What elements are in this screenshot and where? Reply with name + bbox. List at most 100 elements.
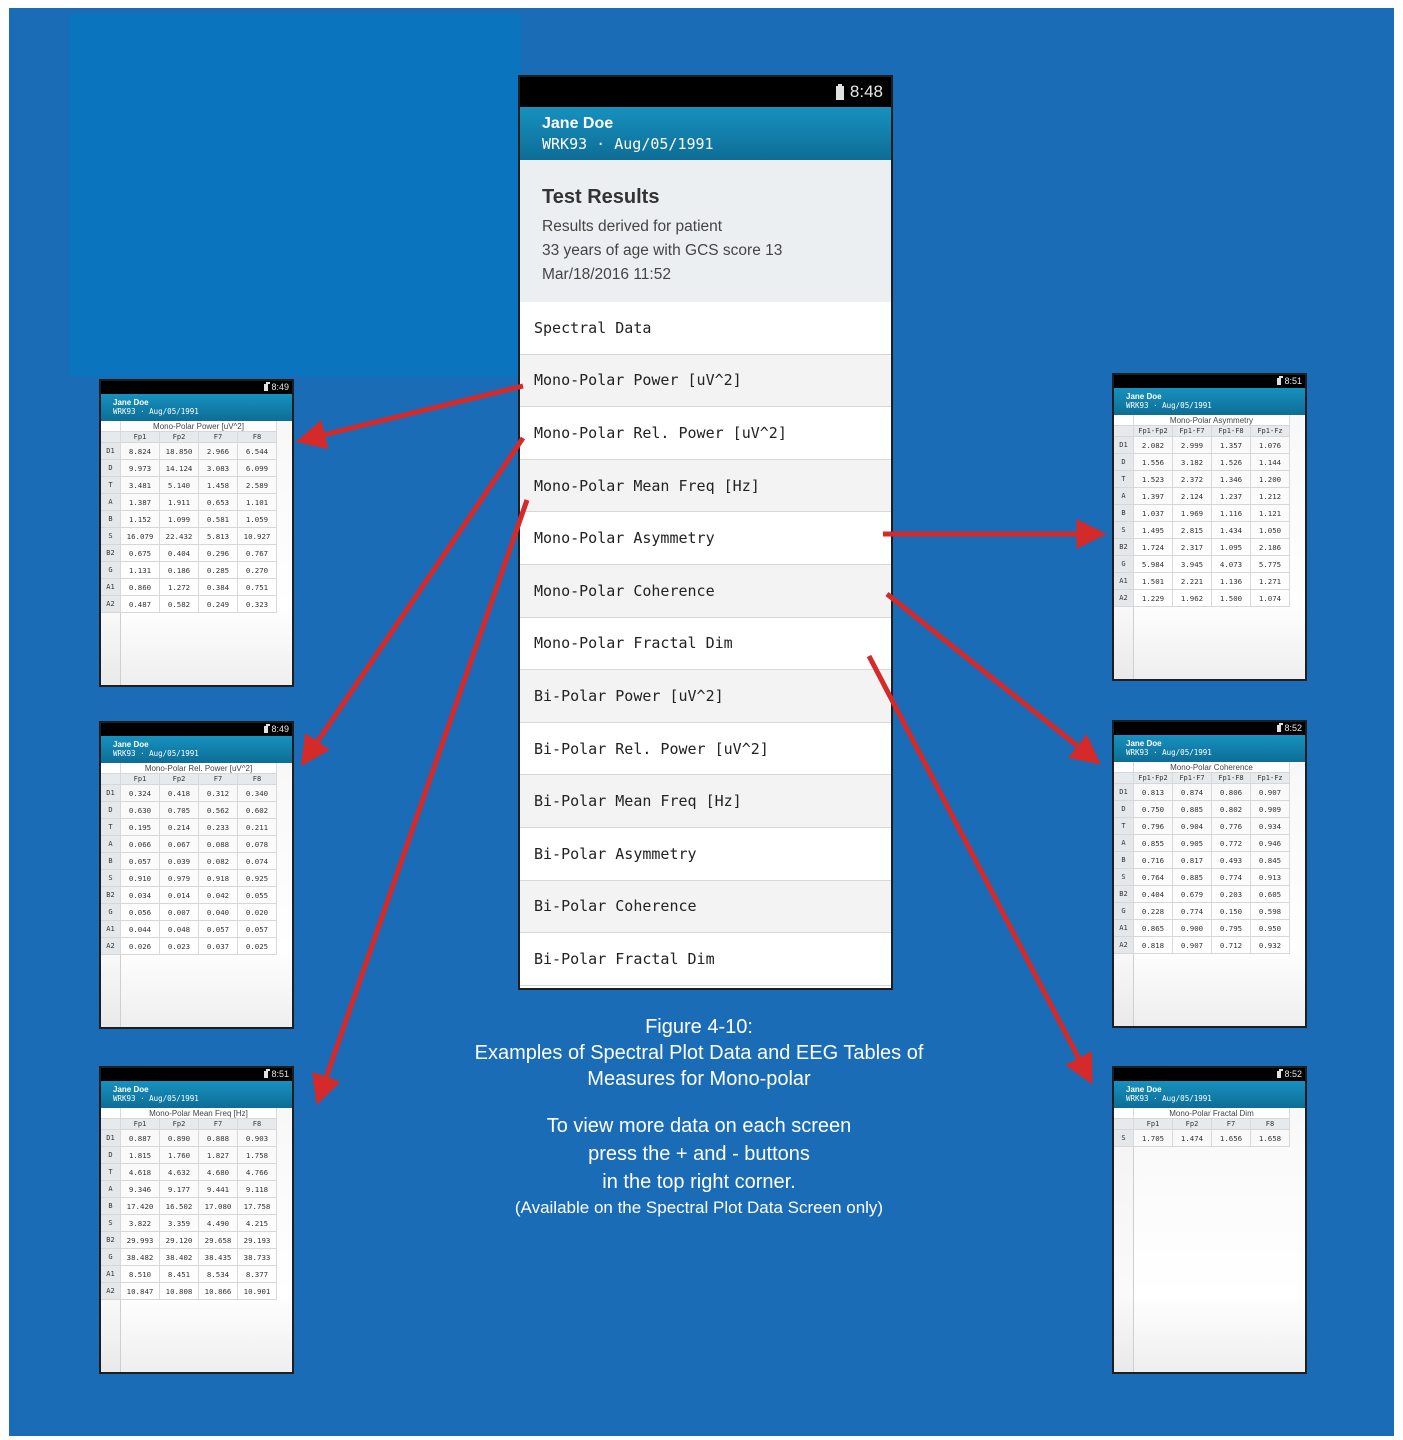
results-line: Mar/18/2016 11:52 (542, 266, 671, 283)
table-row: A1 1.501 2.221 1.136 1.271 (1114, 572, 1290, 590)
table-cell: 0.950 (1250, 919, 1290, 937)
table-cell: 9.118 (237, 1180, 277, 1198)
table-cell: 1.229 (1133, 589, 1173, 607)
menu-item-mono-polar-fractal-dim[interactable]: Mono-Polar Fractal Dim (520, 618, 891, 671)
table-cell: 2.815 (1172, 521, 1212, 539)
table-cell: 0.384 (198, 578, 238, 596)
table-cell: 0.404 (1133, 885, 1173, 903)
arrow-to-mono-coherence (885, 592, 1101, 765)
table-row: G 38.482 38.402 38.435 38.733 (101, 1248, 277, 1266)
blank-panel (70, 14, 521, 376)
table-cell: 0.932 (1250, 936, 1290, 954)
table-cell: 6.544 (237, 442, 277, 460)
row-label: T (101, 476, 121, 494)
column-header: F8 (237, 773, 277, 785)
table-cell: 1.526 (1211, 453, 1251, 471)
table-cell: 38.435 (198, 1248, 238, 1266)
table-cell: 2.221 (1172, 572, 1212, 590)
table-title: Mono-Polar Rel. Power [uV^2] (120, 763, 277, 774)
table-cell: 2.999 (1172, 436, 1212, 454)
table-row: D1 2.082 2.999 1.357 1.076 (1114, 436, 1290, 454)
patient-header: Jane Doe WRK93 · Aug/05/1991 (101, 394, 292, 421)
arrow-to-mono-power (295, 383, 524, 450)
menu-item-mono-polar-rel-power-uv-2[interactable]: Mono-Polar Rel. Power [uV^2] (520, 407, 891, 460)
column-header: Fp2 (159, 773, 199, 785)
row-label: A (1114, 834, 1134, 852)
menu-item-bi-polar-mean-freq-hz[interactable]: Bi-Polar Mean Freq [Hz] (520, 775, 891, 828)
patient-name: Jane Doe (1126, 739, 1162, 748)
table-cell: 0.795 (1211, 919, 1251, 937)
table-cell: 0.042 (198, 886, 238, 904)
tip-line: in the top right corner. (602, 1171, 796, 1193)
table-cell: 1.074 (1250, 589, 1290, 607)
table-cell: 16.079 (120, 527, 160, 545)
figure-canvas: 8:48 Jane Doe WRK93 · Aug/05/1991 Test R… (9, 8, 1394, 1436)
menu-item-mono-polar-mean-freq-hz[interactable]: Mono-Polar Mean Freq [Hz] (520, 459, 891, 513)
row-label: A2 (101, 1282, 121, 1300)
table-row: B 17.420 16.502 17.080 17.758 (101, 1197, 277, 1215)
row-label: B (101, 1197, 121, 1215)
table-cell: 0.296 (198, 544, 238, 562)
table-cell: 0.025 (237, 937, 277, 955)
table-cell: 0.582 (159, 595, 199, 613)
table-cell: 10.808 (159, 1282, 199, 1300)
table-cell: 0.865 (1133, 919, 1173, 937)
table-row: B2 29.993 29.120 29.658 29.193 (101, 1231, 277, 1249)
table-cell: 1.200 (1250, 470, 1290, 488)
table-row: A1 0.860 1.272 0.384 0.751 (101, 578, 277, 596)
menu-item-mono-polar-asymmetry[interactable]: Mono-Polar Asymmetry (520, 512, 891, 565)
row-label: D1 (101, 442, 121, 460)
table-title: Mono-Polar Power [uV^2] (120, 421, 277, 432)
menu-item-mono-polar-power-uv-2[interactable]: Mono-Polar Power [uV^2] (520, 354, 891, 408)
results-line: 33 years of age with GCS score 13 (542, 242, 783, 259)
table-cell: 0.078 (237, 835, 277, 853)
test-results-title: Test Results (542, 186, 660, 208)
row-label: A2 (1114, 589, 1134, 607)
table-row: T 3.481 5.140 1.458 2.589 (101, 476, 277, 494)
table-cell: 1.346 (1211, 470, 1251, 488)
row-label: B2 (101, 544, 121, 562)
patient-info: WRK93 · Aug/05/1991 (113, 1094, 199, 1103)
menu-item-mono-polar-coherence[interactable]: Mono-Polar Coherence (520, 564, 891, 618)
patient-info: WRK93 · Aug/05/1991 (1126, 1094, 1212, 1103)
column-header: Fp1 (120, 1118, 160, 1130)
battery-icon (1277, 723, 1284, 733)
row-label: D (1114, 800, 1134, 818)
row-label: B (1114, 851, 1134, 869)
table-cell: 10.927 (237, 527, 277, 545)
table-cell: 0.913 (1250, 868, 1290, 886)
table-row: A2 1.229 1.962 1.500 1.074 (1114, 589, 1290, 607)
table-cell: 4.618 (120, 1163, 160, 1181)
table-cell: 1.131 (120, 561, 160, 579)
table-cell: 3.083 (198, 459, 238, 477)
table-cell: 1.758 (237, 1146, 277, 1164)
column-header: F7 (198, 773, 238, 785)
table-cell: 0.630 (120, 801, 160, 819)
table-cell: 0.946 (1250, 834, 1290, 852)
menu-item-bi-polar-rel-power-uv-2[interactable]: Bi-Polar Rel. Power [uV^2] (520, 723, 891, 776)
table-cell: 22.432 (159, 527, 199, 545)
row-label: G (101, 903, 121, 921)
table-cell: 1.397 (1133, 487, 1173, 505)
table-cell: 0.885 (1172, 868, 1212, 886)
table-cell: 1.387 (120, 493, 160, 511)
row-label: D1 (1114, 436, 1134, 454)
menu-item-bi-polar-asymmetry[interactable]: Bi-Polar Asymmetry (520, 828, 891, 881)
menu-item-spectral-data[interactable]: Spectral Data (520, 302, 891, 355)
table-cell: 2.317 (1172, 538, 1212, 556)
table-row: T 4.618 4.632 4.680 4.766 (101, 1163, 277, 1181)
table-cell: 1.037 (1133, 504, 1173, 522)
table-row: A 1.397 2.124 1.237 1.212 (1114, 487, 1290, 505)
table-cell: 1.500 (1211, 589, 1251, 607)
table-cell: 0.057 (237, 920, 277, 938)
menu-item-bi-polar-power-uv-2[interactable]: Bi-Polar Power [uV^2] (520, 670, 891, 723)
table-cell: 0.772 (1211, 834, 1251, 852)
row-label: S (101, 869, 121, 887)
mono-mean-freq-screen: 8:51 Jane Doe WRK93 · Aug/05/1991 Mono-Pola… (99, 1066, 294, 1374)
table-cell: 1.357 (1211, 436, 1251, 454)
table-cell: 1.760 (159, 1146, 199, 1164)
menu-item-bi-polar-coherence[interactable]: Bi-Polar Coherence (520, 880, 891, 934)
row-label: A1 (101, 920, 121, 938)
menu-item-bi-polar-fractal-dim[interactable]: Bi-Polar Fractal Dim (520, 933, 891, 986)
row-label: D (101, 459, 121, 477)
